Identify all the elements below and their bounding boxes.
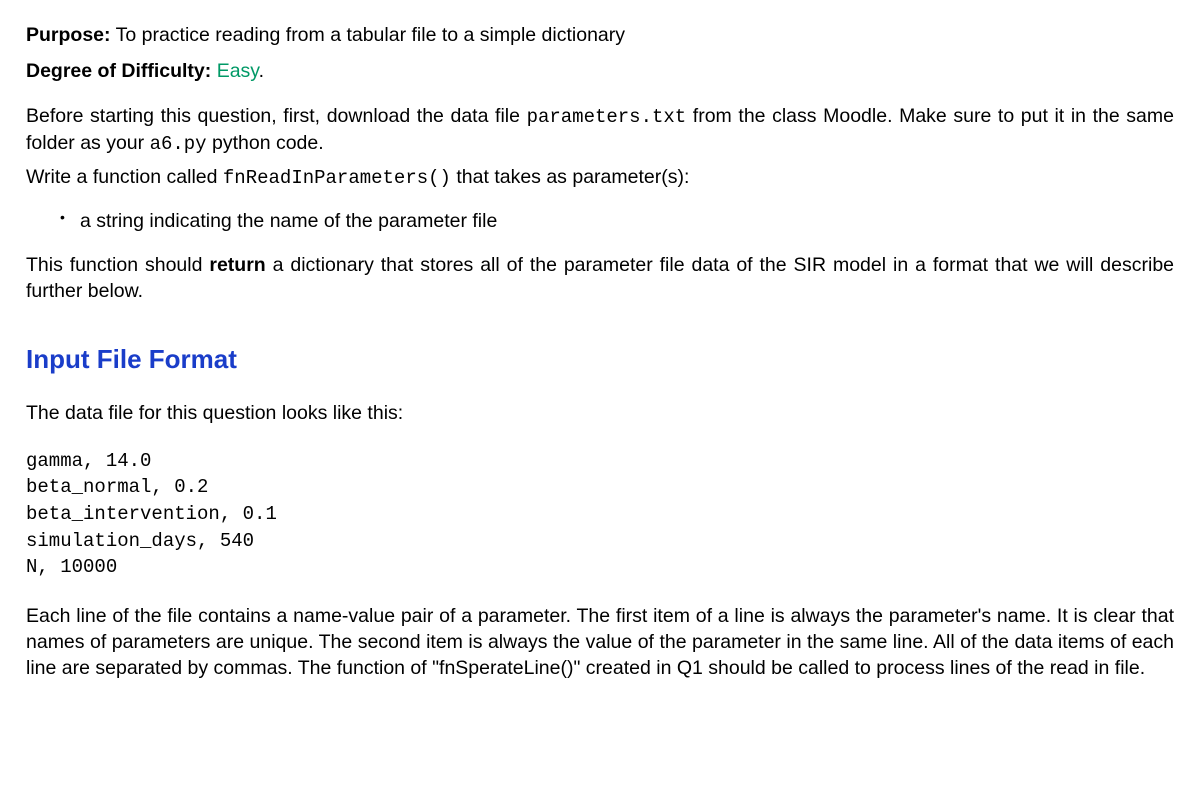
difficulty-period: . xyxy=(259,60,264,82)
intro-code2: a6.py xyxy=(150,133,207,155)
intro-paragraph: Before starting this question, first, do… xyxy=(26,103,1174,158)
section-heading: Input File Format xyxy=(26,342,1174,377)
bullet-text: a string indicating the name of the para… xyxy=(80,210,497,232)
difficulty-line: Degree of Difficulty: Easy. xyxy=(26,58,1174,84)
code-block: gamma, 14.0 beta_normal, 0.2 beta_interv… xyxy=(26,448,1174,581)
intro-part1: Before starting this question, first, do… xyxy=(26,105,527,127)
intro-part3: python code. xyxy=(207,132,324,154)
write-fn-part2: that takes as parameter(s): xyxy=(451,166,689,188)
bullet-list: a string indicating the name of the para… xyxy=(26,208,1174,234)
write-fn-paragraph: Write a function called fnReadInParamete… xyxy=(26,164,1174,192)
return-bold: return xyxy=(209,254,265,276)
write-fn-part1: Write a function called xyxy=(26,166,223,188)
purpose-text: To practice reading from a tabular file … xyxy=(116,24,625,46)
bullet-item: a string indicating the name of the para… xyxy=(64,208,1174,234)
return-part1: This function should xyxy=(26,254,209,276)
write-fn-code: fnReadInParameters() xyxy=(223,167,451,189)
difficulty-label: Degree of Difficulty: xyxy=(26,60,211,82)
difficulty-value: Easy xyxy=(217,60,259,82)
purpose-label: Purpose: xyxy=(26,24,111,46)
intro-code1: parameters.txt xyxy=(527,106,687,128)
return-paragraph: This function should return a dictionary… xyxy=(26,252,1174,305)
purpose-line: Purpose: To practice reading from a tabu… xyxy=(26,22,1174,48)
explanation-paragraph: Each line of the file contains a name-va… xyxy=(26,603,1174,682)
datafile-intro: The data file for this question looks li… xyxy=(26,400,1174,426)
